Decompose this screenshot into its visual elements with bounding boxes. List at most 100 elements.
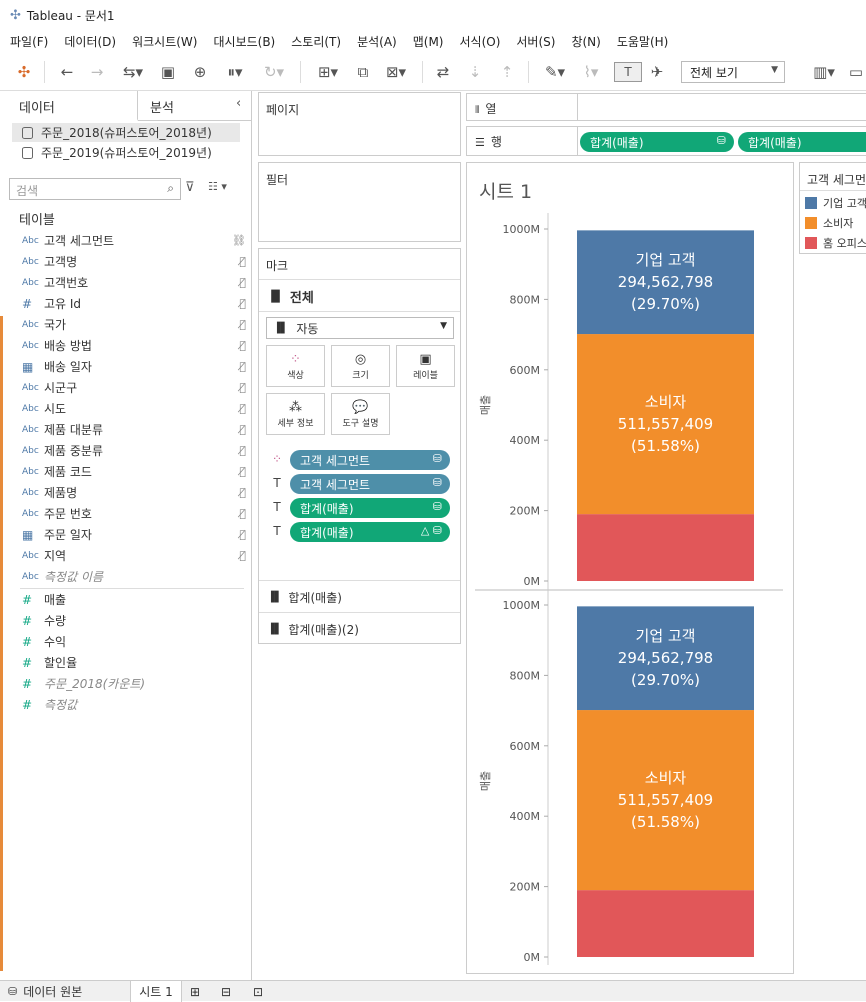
color-button[interactable]: ⁘ 색상	[266, 345, 325, 387]
measure-field[interactable]: # 주문_2018(카운트)	[0, 673, 250, 694]
measure-field[interactable]: # 측정값	[0, 694, 250, 715]
measure-field[interactable]: # 할인율	[0, 652, 250, 673]
toolbar: ✣ ← → ⇆▾ ▣ ⊕ ⏸▾ ↻▾ ⊞▾ ⧉ ⊠▾ ⇄ ⇣ ⇡ ✎▾ ⌇▾ T…	[0, 53, 866, 91]
filter-icon[interactable]: ⊽	[185, 180, 195, 195]
menu-item[interactable]: 서버(S)	[508, 33, 563, 50]
filters-card[interactable]: 필터	[258, 162, 461, 242]
dimension-field[interactable]: Abc 측정값 이름	[0, 566, 250, 587]
dimension-field[interactable]: Abc 제품 대분류 ⛓̸	[0, 419, 250, 440]
pause-updates-icon[interactable]: ⏸▾	[220, 62, 250, 82]
new-datasource-icon[interactable]: ⊕	[188, 62, 212, 82]
duplicate-sheet-icon[interactable]: ⧉	[352, 62, 374, 82]
rows-icon: ☰	[475, 136, 485, 149]
mark-pill-segment-color[interactable]: 고객 세그먼트 ⛁	[290, 450, 450, 470]
menu-item[interactable]: 스토리(T)	[283, 33, 349, 50]
text-pill-icon: T	[273, 476, 281, 490]
menu-item[interactable]: 맵(M)	[405, 33, 452, 50]
dimension-field[interactable]: Abc 제품 코드 ⛓̸	[0, 461, 250, 482]
menu-item[interactable]: 도움말(H)	[609, 33, 677, 50]
menu-item[interactable]: 서식(O)	[452, 33, 509, 50]
dimension-field[interactable]: Abc 고객 세그먼트 ⛓	[0, 230, 250, 251]
dimension-field[interactable]: # 고유 Id ⛓̸	[0, 293, 250, 314]
clear-sheet-icon[interactable]: ⊠▾	[378, 62, 414, 82]
measure-field[interactable]: # 수익	[0, 631, 250, 652]
menu-item[interactable]: 창(N)	[563, 33, 608, 50]
pages-card[interactable]: 페이지	[258, 92, 461, 156]
link-icon: ⛓̸	[239, 423, 246, 436]
save-icon[interactable]: ▣	[158, 62, 178, 82]
search-input[interactable]: 검색 ⌕	[9, 178, 181, 200]
dimension-field[interactable]: Abc 주문 번호 ⛓̸	[0, 503, 250, 524]
replay-icon[interactable]: ⇆▾	[116, 62, 150, 82]
dimension-field[interactable]: Abc 지역 ⛓̸	[0, 545, 250, 566]
tableau-home-icon[interactable]: ✣	[14, 62, 34, 82]
datasource-badge-icon: ⛁	[432, 452, 442, 465]
mark-type-select[interactable]: ▐▌ 자동 ▼	[266, 317, 454, 339]
row-pill-sales[interactable]: 합계(매출) ⛁	[580, 132, 734, 152]
menu-item[interactable]: 워크시트(W)	[124, 33, 205, 50]
dimension-field[interactable]: Abc 고객번호 ⛓̸	[0, 272, 250, 293]
dimension-field[interactable]: Abc 제품 중분류 ⛓̸	[0, 440, 250, 461]
legend-item-consumer[interactable]: 소비자	[805, 215, 853, 230]
measure-section-sales-2[interactable]: ▐▌ 합계(매출)(2)	[267, 621, 359, 638]
swap-rows-columns-icon[interactable]: ⇄	[432, 62, 454, 82]
sort-ascending-icon[interactable]: ⇣	[464, 62, 486, 82]
show-labels-icon[interactable]: T	[614, 62, 642, 82]
sort-descending-icon[interactable]: ⇡	[496, 62, 518, 82]
measure-section-label: 합계(매출)	[288, 591, 342, 605]
marks-all-tab[interactable]: ▐▌ 전체	[267, 287, 314, 306]
bar-data-label: 소비자	[645, 393, 687, 411]
field-name: 국가	[44, 318, 67, 332]
menu-item[interactable]: 데이터(D)	[56, 33, 124, 50]
refresh-icon[interactable]: ↻▾	[257, 62, 291, 82]
menu-item[interactable]: 파일(F)	[2, 33, 56, 50]
dimension-field[interactable]: Abc 국가 ⛓̸	[0, 314, 250, 335]
tab-sheet-1[interactable]: 시트 1	[130, 981, 182, 1002]
dimension-field[interactable]: Abc 시도 ⛓̸	[0, 398, 250, 419]
undo-icon[interactable]: ←	[56, 62, 78, 82]
tab-datasource[interactable]: ⛁ 데이터 원본	[8, 981, 112, 1002]
legend-item-corporate[interactable]: 기업 고객	[805, 195, 866, 210]
tooltip-button[interactable]: 💬 도구 설명	[331, 393, 390, 435]
new-dashboard-tab-icon[interactable]: ⊟	[221, 981, 231, 1002]
tab-data[interactable]: 데이터	[0, 91, 138, 121]
legend-item-home-office[interactable]: 홈 오피스	[805, 235, 866, 250]
new-story-tab-icon[interactable]: ⊡	[253, 981, 263, 1002]
new-worksheet-icon[interactable]: ⊞▾	[310, 62, 346, 82]
presentation-icon[interactable]: ▭	[846, 62, 866, 82]
datasource-2019[interactable]: 주문_2019(슈퍼스토어_2019년)	[12, 143, 240, 162]
dimension-field[interactable]: Abc 배송 방법 ⛓̸	[0, 335, 250, 356]
detail-button[interactable]: ⁂ 세부 정보	[266, 393, 325, 435]
new-worksheet-tab-icon[interactable]: ⊞	[190, 981, 200, 1002]
bar-chart-icon: ▐▌	[267, 592, 283, 603]
group-icon[interactable]: ⌇▾	[576, 62, 606, 82]
fit-select[interactable]: 전체 보기 ▼	[681, 61, 785, 83]
columns-shelf[interactable]: ⦀ 열	[466, 93, 866, 121]
view-options-icon[interactable]: ☷ ▾	[208, 180, 227, 193]
datasource-2018[interactable]: 주문_2018(슈퍼스토어_2018년)	[12, 123, 240, 142]
dimension-field[interactable]: Abc 시군구 ⛓̸	[0, 377, 250, 398]
tab-analysis[interactable]: 분석	[150, 97, 174, 116]
collapse-pane-icon[interactable]: ‹	[236, 96, 241, 111]
measure-field[interactable]: # 매출	[0, 589, 250, 610]
dimension-field[interactable]: Abc 고객명 ⛓̸	[0, 251, 250, 272]
highlight-icon[interactable]: ✎▾	[538, 62, 572, 82]
dimension-field[interactable]: Abc 제품명 ⛓̸	[0, 482, 250, 503]
menu-item[interactable]: 분석(A)	[349, 33, 405, 50]
row-pill-sales-2[interactable]: 합계(매출)	[738, 132, 866, 152]
mark-pill-segment-label[interactable]: 고객 세그먼트 ⛁	[290, 474, 450, 494]
show-me-icon[interactable]: ▥▾	[806, 62, 842, 82]
dimension-field[interactable]: ▦ 배송 일자 ⛓̸	[0, 356, 250, 377]
mark-pill-sales-percent[interactable]: 합계(매출) △ ⛁	[290, 522, 450, 542]
datasource-icon: ⛁	[8, 985, 18, 998]
measure-section-sales[interactable]: ▐▌ 합계(매출)	[267, 589, 342, 606]
label-button[interactable]: ▣ 레이블	[396, 345, 455, 387]
redo-icon[interactable]: →	[86, 62, 108, 82]
menu-item[interactable]: 대시보드(B)	[205, 33, 283, 50]
mark-pill-sales-label[interactable]: 합계(매출) ⛁	[290, 498, 450, 518]
rows-shelf[interactable]: ☰ 행 합계(매출) ⛁ 합계(매출)	[466, 126, 866, 156]
size-button[interactable]: ◎ 크기	[331, 345, 390, 387]
dimension-field[interactable]: ▦ 주문 일자 ⛓̸	[0, 524, 250, 545]
measure-field[interactable]: # 수량	[0, 610, 250, 631]
fix-axes-icon[interactable]: ✈	[646, 62, 668, 82]
